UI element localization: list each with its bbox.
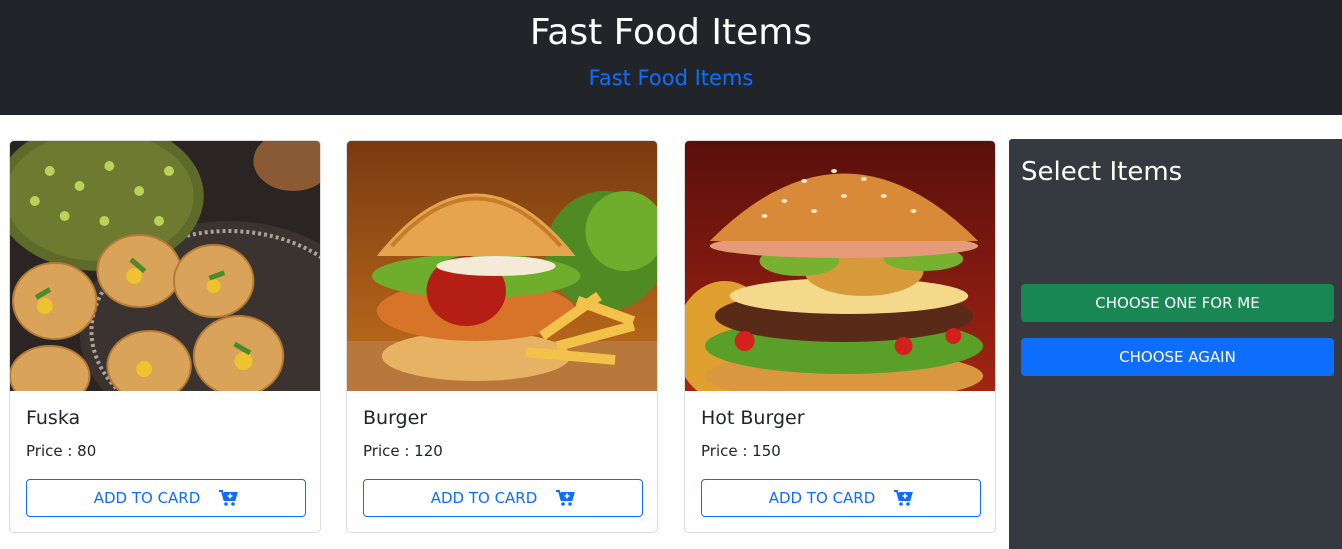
panel-title: Select Items [1021, 157, 1183, 187]
cart-plus-icon [893, 489, 914, 507]
select-items-panel: Select Items CHOOSE ONE FOR ME CHOOSE AG… [1009, 139, 1342, 549]
choose-one-button[interactable]: CHOOSE ONE FOR ME [1021, 284, 1334, 322]
page-header: Fast Food Items Fast Food Items [0, 0, 1342, 115]
cart-plus-icon [555, 489, 576, 507]
item-price: Price : 80 [26, 442, 97, 460]
food-card-hot-burger: Hot Burger Price : 150 ADD TO CARD [684, 140, 996, 533]
add-to-cart-label: ADD TO CARD [93, 489, 201, 507]
burger-image [347, 141, 657, 391]
food-card-fuska: Fuska Price : 80 ADD TO CARD [9, 140, 321, 533]
item-name: Hot Burger [701, 407, 805, 429]
fuska-image [10, 141, 320, 391]
add-to-cart-button[interactable]: ADD TO CARD [26, 479, 306, 517]
add-to-cart-button[interactable]: ADD TO CARD [363, 479, 643, 517]
item-name: Burger [363, 407, 428, 429]
add-to-cart-label: ADD TO CARD [430, 489, 538, 507]
item-price: Price : 150 [701, 442, 781, 460]
item-name: Fuska [26, 407, 81, 429]
item-price: Price : 120 [363, 442, 443, 460]
add-to-cart-button[interactable]: ADD TO CARD [701, 479, 981, 517]
page-title: Fast Food Items [529, 12, 813, 53]
food-card-burger: Burger Price : 120 ADD TO CARD [346, 140, 658, 533]
hot-burger-image [685, 141, 995, 391]
page-subtitle: Fast Food Items [588, 66, 754, 90]
choose-again-button[interactable]: CHOOSE AGAIN [1021, 338, 1334, 376]
cart-plus-icon [218, 489, 239, 507]
add-to-cart-label: ADD TO CARD [768, 489, 876, 507]
